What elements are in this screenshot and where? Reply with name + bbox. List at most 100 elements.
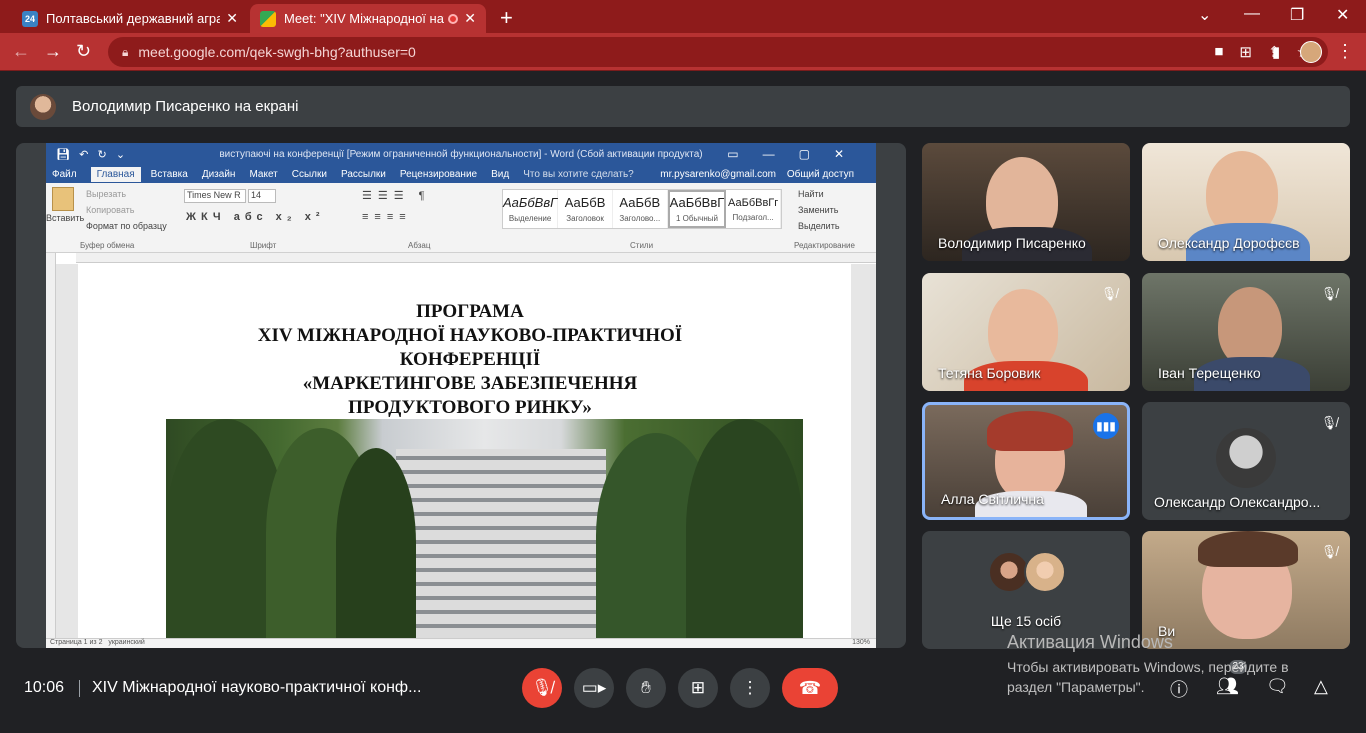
close-tab-icon[interactable]: ✕ — [464, 10, 476, 27]
font-size-field: 14 — [248, 189, 276, 203]
participant-tile[interactable]: Олександр Дорофєєв — [1142, 143, 1350, 261]
style-item: АаБбВ Заголовок — [558, 190, 613, 228]
windows-activation-watermark: Активация Windows Чтобы активировать Win… — [1007, 632, 1289, 697]
participant-avatar — [1024, 551, 1066, 593]
meeting-clock: 10:06 — [24, 679, 65, 696]
paragraph-group-label: Абзац — [408, 241, 431, 250]
menu-references: Ссылки — [291, 168, 327, 180]
word-window-controls-icon: ▭—▢✕ — [727, 147, 868, 161]
profile-avatar[interactable] — [1300, 41, 1322, 63]
close-window-icon[interactable]: ✕ — [1336, 5, 1349, 25]
style-item-selected: АаБбВвГ 1 Обычный — [667, 190, 727, 228]
camera-blocked-icon[interactable]: ■ — [1214, 43, 1223, 61]
muted-mic-icon: 🎙︎̸ — [1100, 286, 1118, 301]
cut-label: Вырезать — [86, 189, 127, 199]
reload-icon[interactable]: ↻ — [76, 41, 91, 62]
menu-mailings: Рассылки — [340, 168, 386, 180]
word-ribbon: Вставить Вырезать Копировать Формат по о… — [46, 183, 876, 253]
recording-indicator-icon — [448, 13, 459, 24]
word-share: Общий доступ — [786, 168, 854, 180]
activation-line1: Чтобы активировать Windows, перейдите в — [1007, 659, 1289, 675]
word-save-icon: 💾︎ ↶ ↻ ⌄ — [56, 148, 126, 161]
participant-name: Алла Світлична — [941, 491, 1044, 507]
horizontal-ruler — [76, 253, 876, 263]
mic-toggle-button[interactable]: 🎙︎̸ — [522, 668, 562, 708]
browser-tab-pdaa[interactable]: 24 Полтавський державний аграрн ✕ — [12, 4, 248, 33]
menu-view: Вид — [491, 168, 510, 180]
mic-off-icon: 🎙︎̸ — [531, 678, 553, 697]
browser-tab-bar: 24 Полтавський державний аграрн ✕ Meet: … — [0, 0, 1366, 33]
menu-file: Файл — [52, 168, 77, 180]
participant-tile[interactable]: 🎙︎̸ Тетяна Боровик — [922, 273, 1130, 391]
participant-tile[interactable]: 🎙︎̸ Іван Терещенко — [1142, 273, 1350, 391]
participant-name: Олександр Дорофєєв — [1158, 235, 1300, 251]
participant-tile[interactable]: Володимир Писаренко — [922, 143, 1130, 261]
menu-design: Дизайн — [201, 168, 236, 180]
more-options-button[interactable]: ⋮ — [730, 668, 770, 708]
forward-arrow-icon[interactable]: → — [44, 41, 62, 62]
menu-home: Главная — [90, 166, 141, 182]
activation-line2: раздел "Параметры". — [1007, 679, 1145, 695]
present-screen-button[interactable]: ⊞ — [678, 668, 718, 708]
tab-search-chevron-icon[interactable]: ⌄ — [1198, 5, 1211, 25]
format-painter-label: Формат по образцу — [86, 221, 167, 231]
participant-tile-active-speaker[interactable]: ▮▮▮ Алла Світлична — [922, 402, 1130, 520]
style-item: АаБбВвГг Подзагол... — [726, 190, 781, 228]
address-bar[interactable]: 🔒︎ meet.google.com/qek-swgh-bhg?authuser… — [108, 37, 1328, 67]
font-format-buttons-icon: ЖКЧ абс x₂ x² — [186, 211, 325, 223]
document-area: ПРОГРАМА XIV МІЖНАРОДНОЇ НАУКОВО-ПРАКТИЧ… — [56, 264, 876, 638]
present-icon: ⊞ — [690, 678, 706, 697]
paragraph-buttons-icon: ☰☰☰ ¶ — [362, 190, 431, 202]
clipboard-group-label: Буфер обмена — [80, 241, 135, 250]
browser-menu-icon[interactable]: ⋮ — [1336, 41, 1354, 62]
muted-mic-icon: 🎙︎̸ — [1320, 544, 1338, 559]
style-item: АаБбВвГ Выделение — [503, 190, 559, 228]
speaking-indicator-icon: ▮▮▮ — [1093, 413, 1119, 439]
document-page: ПРОГРАМА XIV МІЖНАРОДНОЇ НАУКОВО-ПРАКТИЧ… — [78, 264, 851, 638]
menu-layout: Макет — [249, 168, 278, 180]
more-vert-icon: ⋮ — [741, 678, 759, 697]
camera-icon: ▭▸ — [581, 678, 607, 697]
hang-up-icon: ☎︎ — [798, 677, 822, 698]
muted-mic-icon: 🎙︎̸ — [1320, 286, 1338, 301]
restore-window-icon[interactable]: ❐ — [1290, 5, 1304, 25]
activities-icon[interactable]: △ — [1314, 676, 1328, 697]
paste-clipboard-icon — [52, 187, 74, 211]
calendar-favicon-icon: 24 — [22, 10, 38, 27]
alignment-buttons-icon: ≡≡≡≡ — [362, 211, 412, 223]
presenter-avatar — [30, 93, 56, 120]
menu-insert: Вставка — [150, 168, 188, 180]
replace-label: Заменить — [798, 205, 839, 215]
word-title-bar: 💾︎ ↶ ↻ ⌄ виступаючі на конференції [Режи… — [46, 143, 876, 165]
activation-title: Активация Windows — [1007, 632, 1173, 652]
meeting-name: XIV Міжнародної науково-практичної конф.… — [92, 679, 422, 696]
lock-icon: 🔒︎ — [122, 44, 129, 59]
find-label: Найти — [798, 189, 824, 199]
back-arrow-icon[interactable]: ← — [12, 41, 30, 62]
leave-call-button[interactable]: ☎︎ — [782, 668, 838, 708]
style-item: АаБбВ Заголово... — [613, 190, 668, 228]
raise-hand-button[interactable]: ✋︎ — [626, 668, 666, 708]
menu-review: Рецензирование — [399, 168, 478, 180]
muted-mic-icon: 🎙︎̸ — [1320, 415, 1338, 430]
browser-toolbar: ← → ↻ 🔒︎ meet.google.com/qek-swgh-bhg?au… — [0, 33, 1366, 71]
presentation-banner: Володимир Писаренко на екрані — [16, 86, 1350, 127]
url-text: meet.google.com/qek-swgh-bhg?authuser=0 — [138, 44, 416, 60]
document-heading: ПРОГРАМА XIV МІЖНАРОДНОЇ НАУКОВО-ПРАКТИЧ… — [257, 301, 683, 418]
close-tab-icon[interactable]: ✕ — [226, 10, 238, 27]
camera-toggle-button[interactable]: ▭▸ — [574, 668, 614, 708]
select-label: Выделить — [798, 221, 840, 231]
participant-tile[interactable]: 🎙︎̸ Олександр Олександро... — [1142, 402, 1350, 520]
minimize-window-icon[interactable]: — — [1244, 5, 1260, 23]
browser-tab-meet[interactable]: Meet: "XIV Міжнародної нау ✕ — [250, 4, 486, 33]
word-status-bar: Страница 1 из 2 украинский 130% — [46, 638, 876, 648]
presenter-label: Володимир Писаренко на екрані — [72, 98, 299, 115]
vertical-ruler — [46, 253, 56, 638]
new-tab-icon[interactable]: + — [500, 5, 513, 31]
tab-title: Полтавський державний аграрн — [46, 11, 221, 26]
tab-title: Meet: "XIV Міжнародної нау — [284, 11, 445, 26]
side-panel-icon[interactable]: ▮ — [1272, 43, 1280, 61]
participant-name: Іван Терещенко — [1158, 365, 1261, 381]
translate-icon[interactable]: ⊞ — [1239, 43, 1252, 61]
font-name-field: Times New R — [184, 189, 246, 203]
